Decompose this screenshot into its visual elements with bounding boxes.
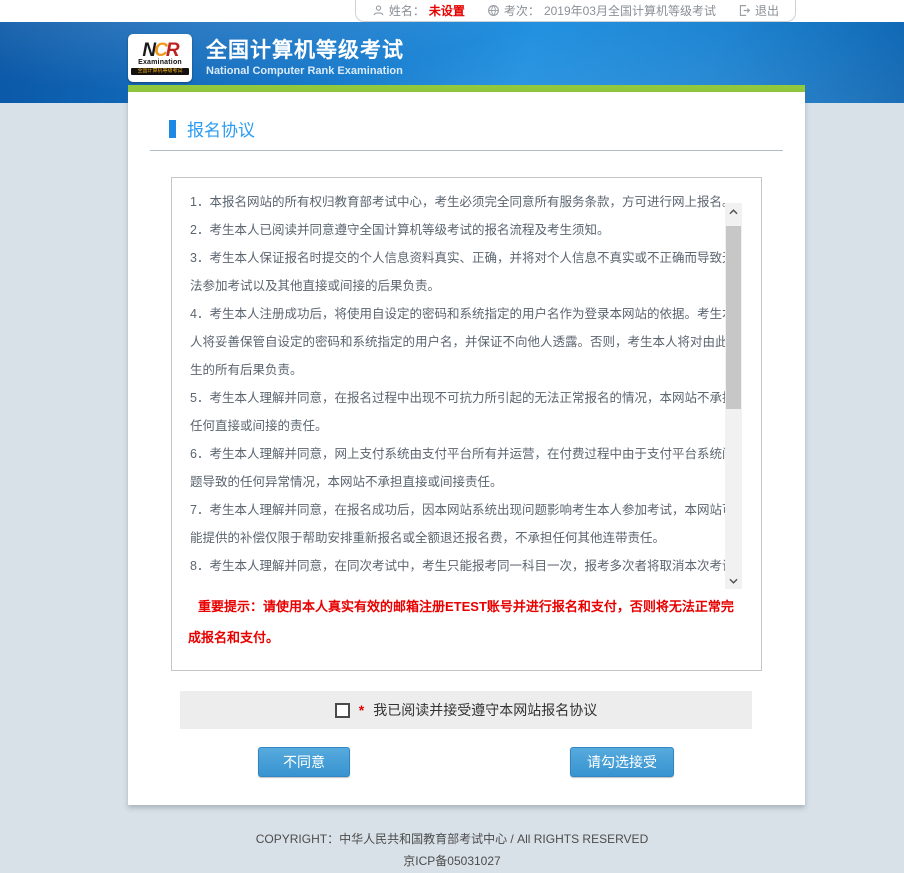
scroll-up-arrow[interactable]	[725, 203, 742, 220]
disagree-button[interactable]: 不同意	[258, 747, 350, 777]
title-accent-bar	[169, 120, 176, 138]
title-divider	[150, 150, 783, 151]
page-title: 报名协议	[187, 116, 255, 141]
main-panel: 报名协议 1．本报名网站的所有权归教育部考试中心，考生必须完全同意所有服务条款，…	[128, 92, 805, 805]
globe-icon	[487, 4, 500, 17]
session-segment: 考次： 2019年03月全国计算机等级考试	[487, 2, 716, 19]
content-wrap: 报名协议 1．本报名网站的所有权归教育部考试中心，考生必须完全同意所有服务条款，…	[128, 85, 805, 805]
logo-strip-text: 全国计算机等级考试	[131, 68, 189, 75]
session-label: 考次：	[504, 2, 540, 19]
agreement-paragraph: 5．考生本人理解并同意，在报名过程中出现不可抗力所引起的无法正常报名的情况，本网…	[190, 384, 742, 440]
green-accent-bar	[128, 85, 805, 92]
agreement-paragraph: 3．考生本人保证报名时提交的个人信息资料真实、正确，并将对个人信息不真实或不正确…	[190, 244, 742, 300]
agreement-paragraph: 2．考生本人已阅读并同意遵守全国计算机等级考试的报名流程及考生须知。	[190, 216, 742, 244]
brand-text: 全国计算机等级考试 National Computer Rank Examina…	[206, 38, 404, 79]
site-title-cn: 全国计算机等级考试	[206, 38, 404, 64]
site-title-en: National Computer Rank Examination	[206, 64, 404, 79]
copyright-text: COPYRIGHT：中华人民共和国教育部考试中心 / All RIGHTS RE…	[0, 832, 904, 847]
session-value: 2019年03月全国计算机等级考试	[544, 2, 716, 19]
button-row: 不同意 请勾选接受	[180, 747, 752, 777]
logout-label: 退出	[755, 2, 779, 19]
required-asterisk: *	[359, 702, 364, 718]
agreement-paragraph: 1．本报名网站的所有权归教育部考试中心，考生必须完全同意所有服务条款，方可进行网…	[190, 188, 742, 216]
brand: NCR Examination 全国计算机等级考试 全国计算机等级考试 Nati…	[128, 34, 404, 82]
important-warning-text: 重要提示：请使用本人真实有效的邮箱注册ETEST账号并进行报名和支付，否则将无法…	[188, 591, 743, 653]
logout-icon	[738, 4, 751, 17]
agreement-paragraph: 6．考生本人理解并同意，网上支付系统由支付平台所有并运营，在付费过程中由于支付平…	[190, 440, 742, 496]
scrollbar-thumb[interactable]	[726, 226, 741, 409]
person-icon	[372, 4, 385, 17]
user-bar: 姓名： 未设置 考次： 2019年03月全国计算机等级考试 退出	[355, 0, 796, 22]
scrollbar[interactable]	[725, 203, 742, 589]
footer: COPYRIGHT：中华人民共和国教育部考试中心 / All RIGHTS RE…	[0, 832, 904, 869]
consent-label: 我已阅读并接受遵守本网站报名协议	[373, 700, 597, 720]
agreement-paragraph: 8．考生本人理解并同意，在同次考试中，考生只能报考同一科目一次，报考多次者将取消…	[190, 552, 742, 578]
accept-button[interactable]: 请勾选接受	[570, 747, 674, 777]
ncr-letters: NCR	[142, 42, 177, 59]
accept-checkbox[interactable]	[335, 703, 350, 718]
agreement-box: 1．本报名网站的所有权归教育部考试中心，考生必须完全同意所有服务条款，方可进行网…	[171, 177, 762, 671]
consent-bar: * 我已阅读并接受遵守本网站报名协议	[180, 691, 752, 729]
icp-number: 京ICP备05031027	[0, 854, 904, 869]
page-title-row: 报名协议	[128, 92, 805, 141]
name-label: 姓名：	[389, 2, 425, 19]
agreement-paragraph: 7．考生本人理解并同意，在报名成功后，因本网站系统出现问题影响考生本人参加考试，…	[190, 496, 742, 552]
agreement-paragraph: 4．考生本人注册成功后，将使用自设定的密码和系统指定的用户名作为登录本网站的依据…	[190, 300, 742, 384]
top-strip: 姓名： 未设置 考次： 2019年03月全国计算机等级考试 退出	[0, 0, 904, 22]
user-name-segment: 姓名： 未设置	[372, 2, 465, 19]
logo-examination-text: Examination	[138, 59, 182, 67]
logout-link[interactable]: 退出	[738, 2, 779, 19]
ncr-logo: NCR Examination 全国计算机等级考试	[128, 34, 192, 82]
name-value: 未设置	[429, 2, 465, 19]
scroll-down-arrow[interactable]	[725, 572, 742, 589]
agreement-scroll-area[interactable]: 1．本报名网站的所有权归教育部考试中心，考生必须完全同意所有服务条款，方可进行网…	[172, 178, 761, 578]
